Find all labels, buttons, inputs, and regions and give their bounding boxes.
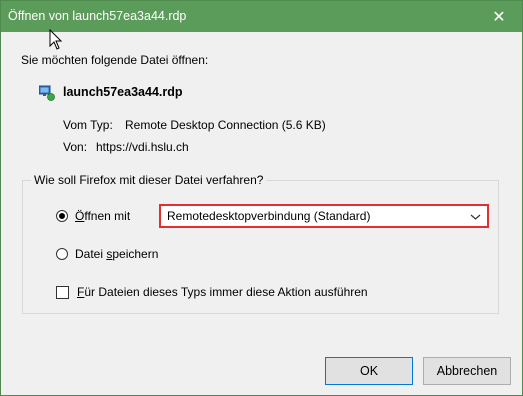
file-source-label: Von: [63, 140, 88, 154]
save-file-radio[interactable] [56, 248, 68, 260]
remote-desktop-file-icon [39, 85, 55, 101]
mouse-cursor-icon [49, 29, 63, 50]
window-title: Öffnen von launch57ea3a44.rdp [8, 9, 187, 23]
close-icon: ✕ [492, 8, 506, 26]
save-file-label-pre: Datei [75, 247, 107, 261]
ok-button[interactable]: OK [325, 357, 413, 385]
title-bar[interactable]: Öffnen von launch57ea3a44.rdp ✕ [1, 1, 522, 32]
chevron-down-icon [470, 214, 481, 220]
close-button[interactable]: ✕ [476, 1, 522, 32]
remember-choice-label-rest: ür Dateien dieses Typs immer diese Aktio… [84, 285, 368, 299]
open-with-selected-value: Remotedesktopverbindung (Standard) [167, 209, 371, 223]
remember-choice-checkbox[interactable] [56, 286, 69, 299]
save-file-label-rest: peichern [112, 247, 159, 261]
open-with-select[interactable]: Remotedesktopverbindung (Standard) [159, 204, 489, 228]
file-type-label: Vom Typ: [63, 118, 113, 132]
file-source-value: https://vdi.hslu.ch [96, 140, 189, 154]
remember-choice-label[interactable]: Für Dateien dieses Typs immer diese Akti… [77, 285, 368, 299]
file-open-dialog: Öffnen von launch57ea3a44.rdp ✕ Sie möch… [0, 0, 523, 396]
open-with-radio[interactable] [56, 210, 68, 222]
file-name: launch57ea3a44.rdp [63, 85, 183, 99]
open-with-label-text: ffnen mit [84, 209, 131, 223]
intro-text: Sie möchten folgende Datei öffnen: [21, 53, 209, 67]
action-group-legend: Wie soll Firefox mit dieser Datei verfah… [31, 173, 267, 187]
save-file-label[interactable]: Datei speichern [75, 247, 158, 261]
open-with-label[interactable]: Öffnen mit [75, 209, 130, 223]
file-type-value: Remote Desktop Connection (5.6 KB) [125, 118, 326, 132]
open-with-accesskey: Ö [75, 209, 85, 223]
cancel-button[interactable]: Abbrechen [423, 357, 511, 385]
